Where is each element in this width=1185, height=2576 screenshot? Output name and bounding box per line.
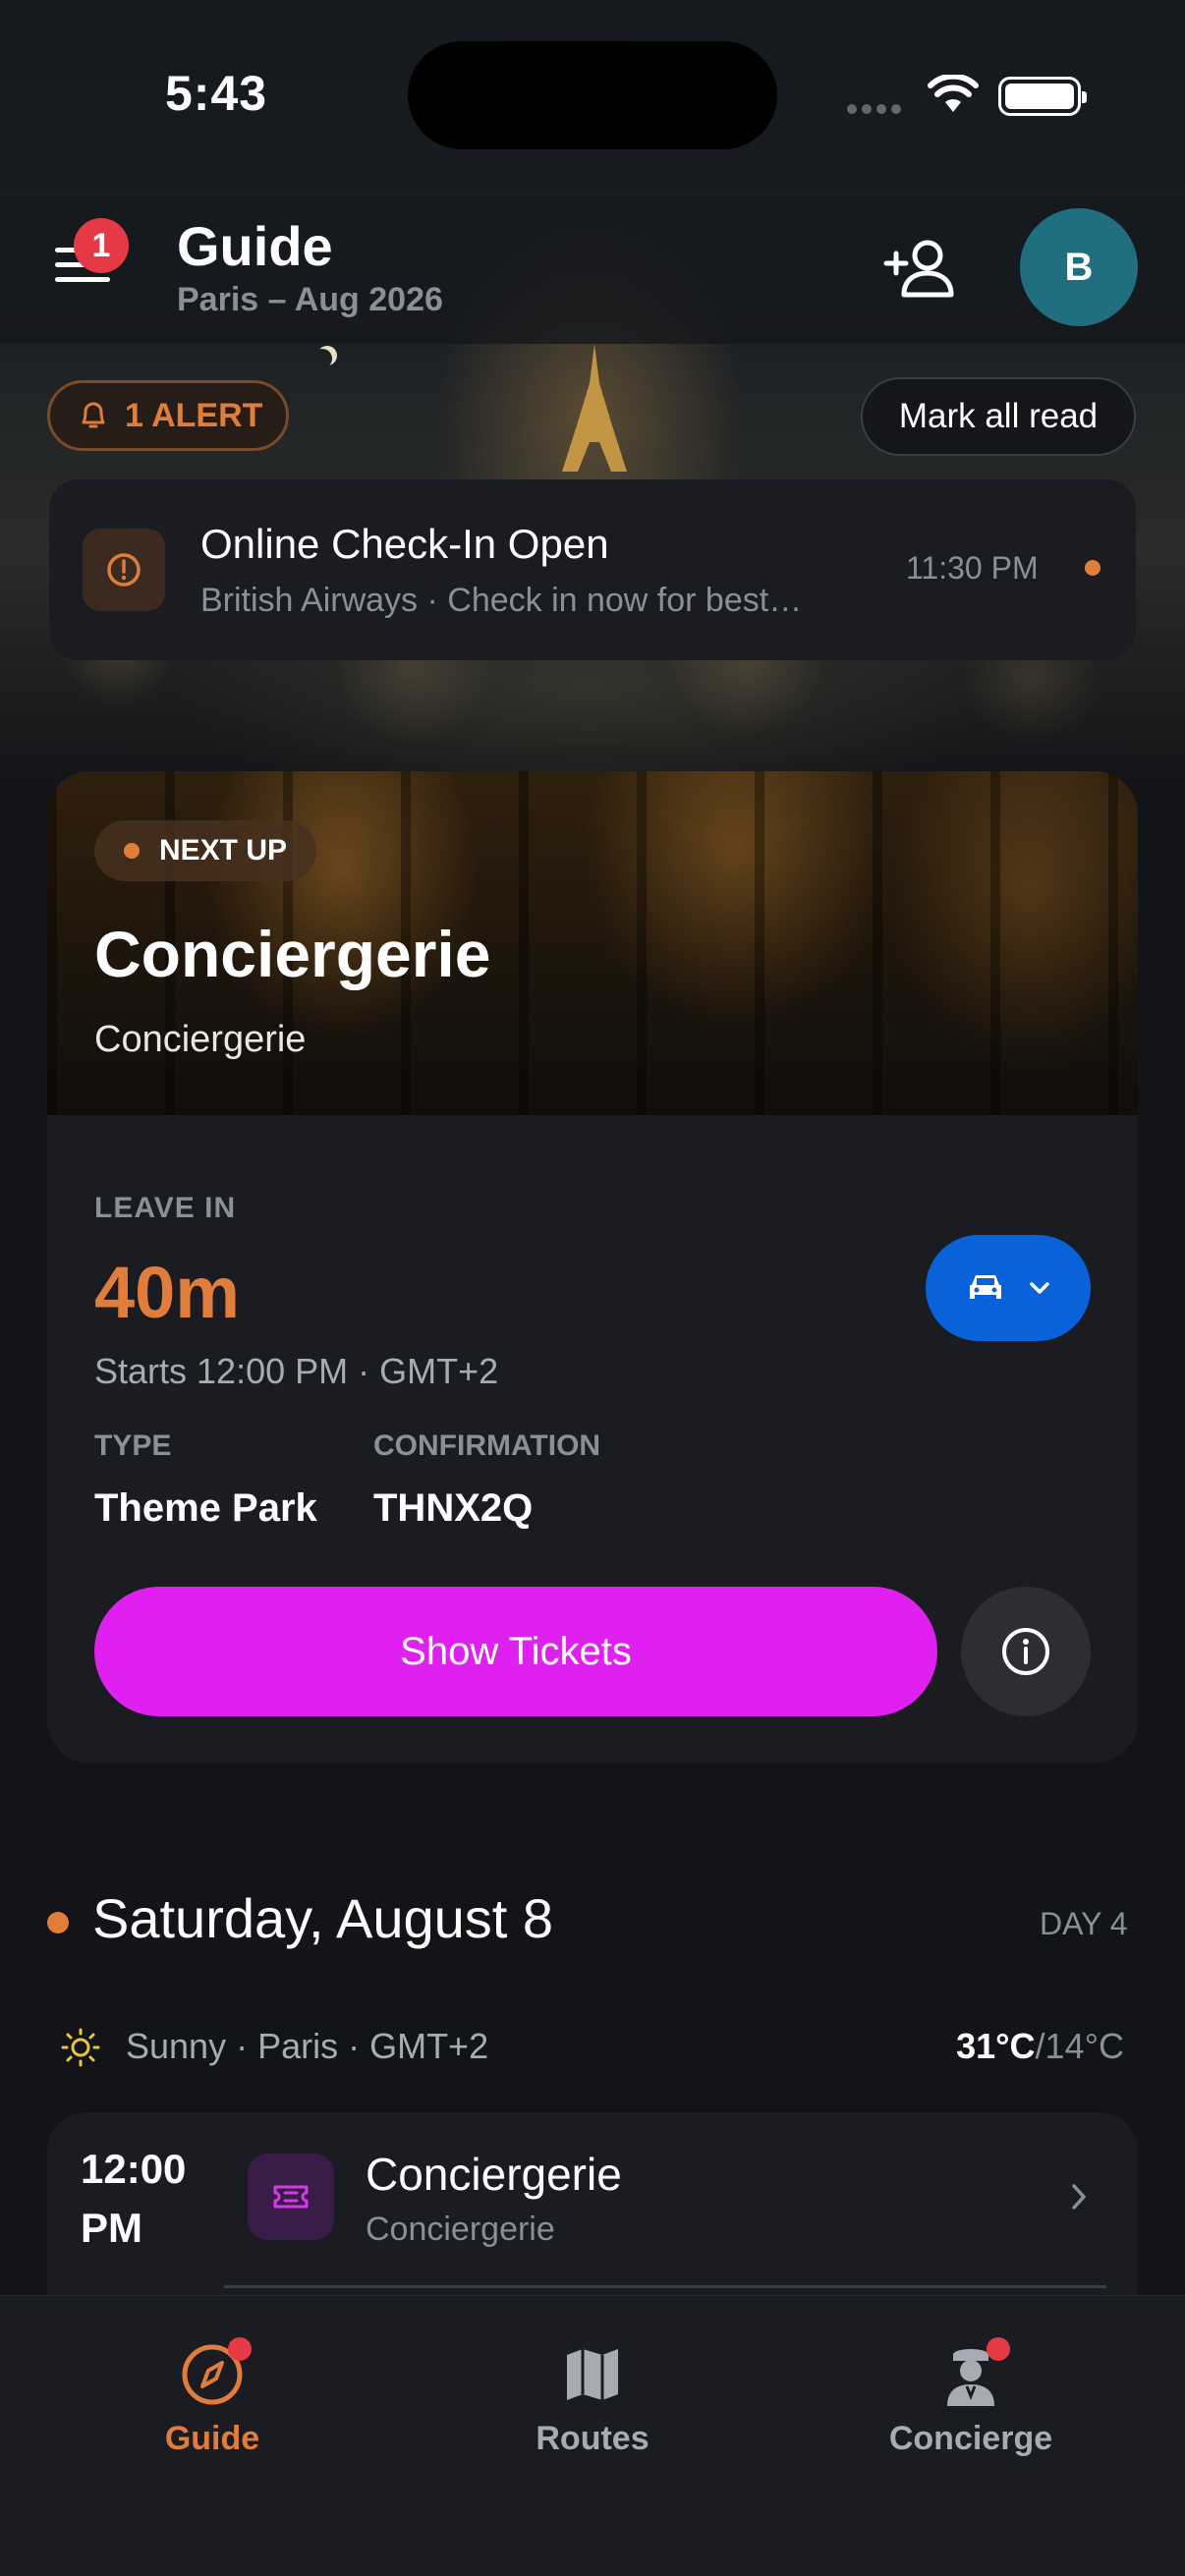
- app-header: 1 Guide Paris – Aug 2026 B: [0, 196, 1185, 344]
- day-number: DAY 4: [1040, 1906, 1128, 1941]
- status-time: 5:43: [165, 66, 268, 121]
- wifi-icon: [928, 75, 979, 112]
- next-up-title: Conciergerie: [94, 918, 491, 990]
- next-up-card[interactable]: NEXT UP Conciergerie Conciergerie LEAVE …: [47, 771, 1138, 1764]
- confirmation-value: THNX2Q: [373, 1486, 534, 1530]
- transport-mode-selector[interactable]: [926, 1235, 1091, 1341]
- confirmation-label: CONFIRMATION: [373, 1429, 601, 1462]
- weather-summary: Sunny · Paris · GMT+2: [126, 2026, 489, 2066]
- page-title: Guide: [177, 215, 333, 277]
- day-title: Saturday, August 8: [92, 1887, 554, 1949]
- tab-concierge[interactable]: Concierge: [853, 2335, 1089, 2463]
- sun-icon: [61, 2028, 100, 2067]
- event-time: 12:00 PM: [81, 2146, 187, 2251]
- temp-low: /14°C: [1035, 2026, 1124, 2066]
- battery-icon: [998, 77, 1087, 116]
- trip-subtitle: Paris – Aug 2026: [177, 281, 443, 318]
- alert-count-label: 1 ALERT: [125, 396, 263, 434]
- status-bar: 5:43: [0, 0, 1185, 196]
- leave-in-value: 40m: [94, 1252, 241, 1333]
- info-button[interactable]: [961, 1587, 1091, 1716]
- cellular-signal-icon: [847, 101, 906, 119]
- tab-label: Routes: [536, 2420, 649, 2457]
- bottom-tab-bar: Guide Routes Concierge: [0, 2295, 1185, 2576]
- temp-high: 31°C: [956, 2026, 1036, 2066]
- notification-card[interactable]: Online Check-In Open British Airways · C…: [49, 479, 1136, 660]
- menu-notification-badge: 1: [74, 218, 129, 273]
- event-subtitle: Conciergerie: [366, 2211, 555, 2248]
- tab-notification-dot: [228, 2337, 252, 2361]
- tab-notification-dot: [987, 2337, 1010, 2361]
- add-traveler-icon[interactable]: [880, 236, 959, 305]
- tab-guide[interactable]: Guide: [94, 2335, 330, 2463]
- tab-label: Concierge: [888, 2420, 1053, 2457]
- unread-indicator: [1085, 560, 1100, 576]
- day-indicator-dot: [47, 1912, 69, 1933]
- alert-circle-icon: [83, 529, 165, 611]
- type-label: TYPE: [94, 1429, 172, 1462]
- alert-count-pill[interactable]: 1 ALERT: [47, 380, 289, 451]
- leave-in-label: LEAVE IN: [94, 1192, 237, 1224]
- car-icon: [970, 1275, 1001, 1299]
- tab-label: Guide: [164, 2420, 260, 2457]
- temperature-range: 31°C/14°C: [956, 2026, 1124, 2067]
- dynamic-island: [408, 41, 777, 149]
- ticket-icon: [248, 2154, 334, 2240]
- notification-subtitle: British Airways · Check in now for best…: [200, 582, 803, 619]
- tab-routes[interactable]: Routes: [475, 2335, 710, 2463]
- mark-all-read-button[interactable]: Mark all read: [861, 377, 1136, 456]
- next-up-badge: NEXT UP: [94, 820, 317, 881]
- start-time: Starts 12:00 PM · GMT+2: [94, 1351, 499, 1391]
- next-up-subtitle: Conciergerie: [94, 1019, 307, 1060]
- bell-icon: [82, 402, 105, 428]
- notification-time: 11:30 PM: [906, 550, 1039, 586]
- divider: [224, 2285, 1106, 2288]
- show-tickets-button[interactable]: Show Tickets: [94, 1587, 937, 1716]
- event-title: Conciergerie: [366, 2149, 622, 2200]
- chevron-right-icon: [1072, 2184, 1086, 2210]
- eiffel-tower-graphic: [562, 344, 627, 472]
- user-avatar[interactable]: B: [1020, 208, 1138, 326]
- type-value: Theme Park: [94, 1486, 317, 1530]
- map-icon: [567, 2349, 618, 2400]
- notification-title: Online Check-In Open: [200, 521, 609, 567]
- chevron-down-icon: [1030, 1282, 1049, 1294]
- moon-graphic: [312, 349, 332, 368]
- info-icon: [1002, 1628, 1049, 1675]
